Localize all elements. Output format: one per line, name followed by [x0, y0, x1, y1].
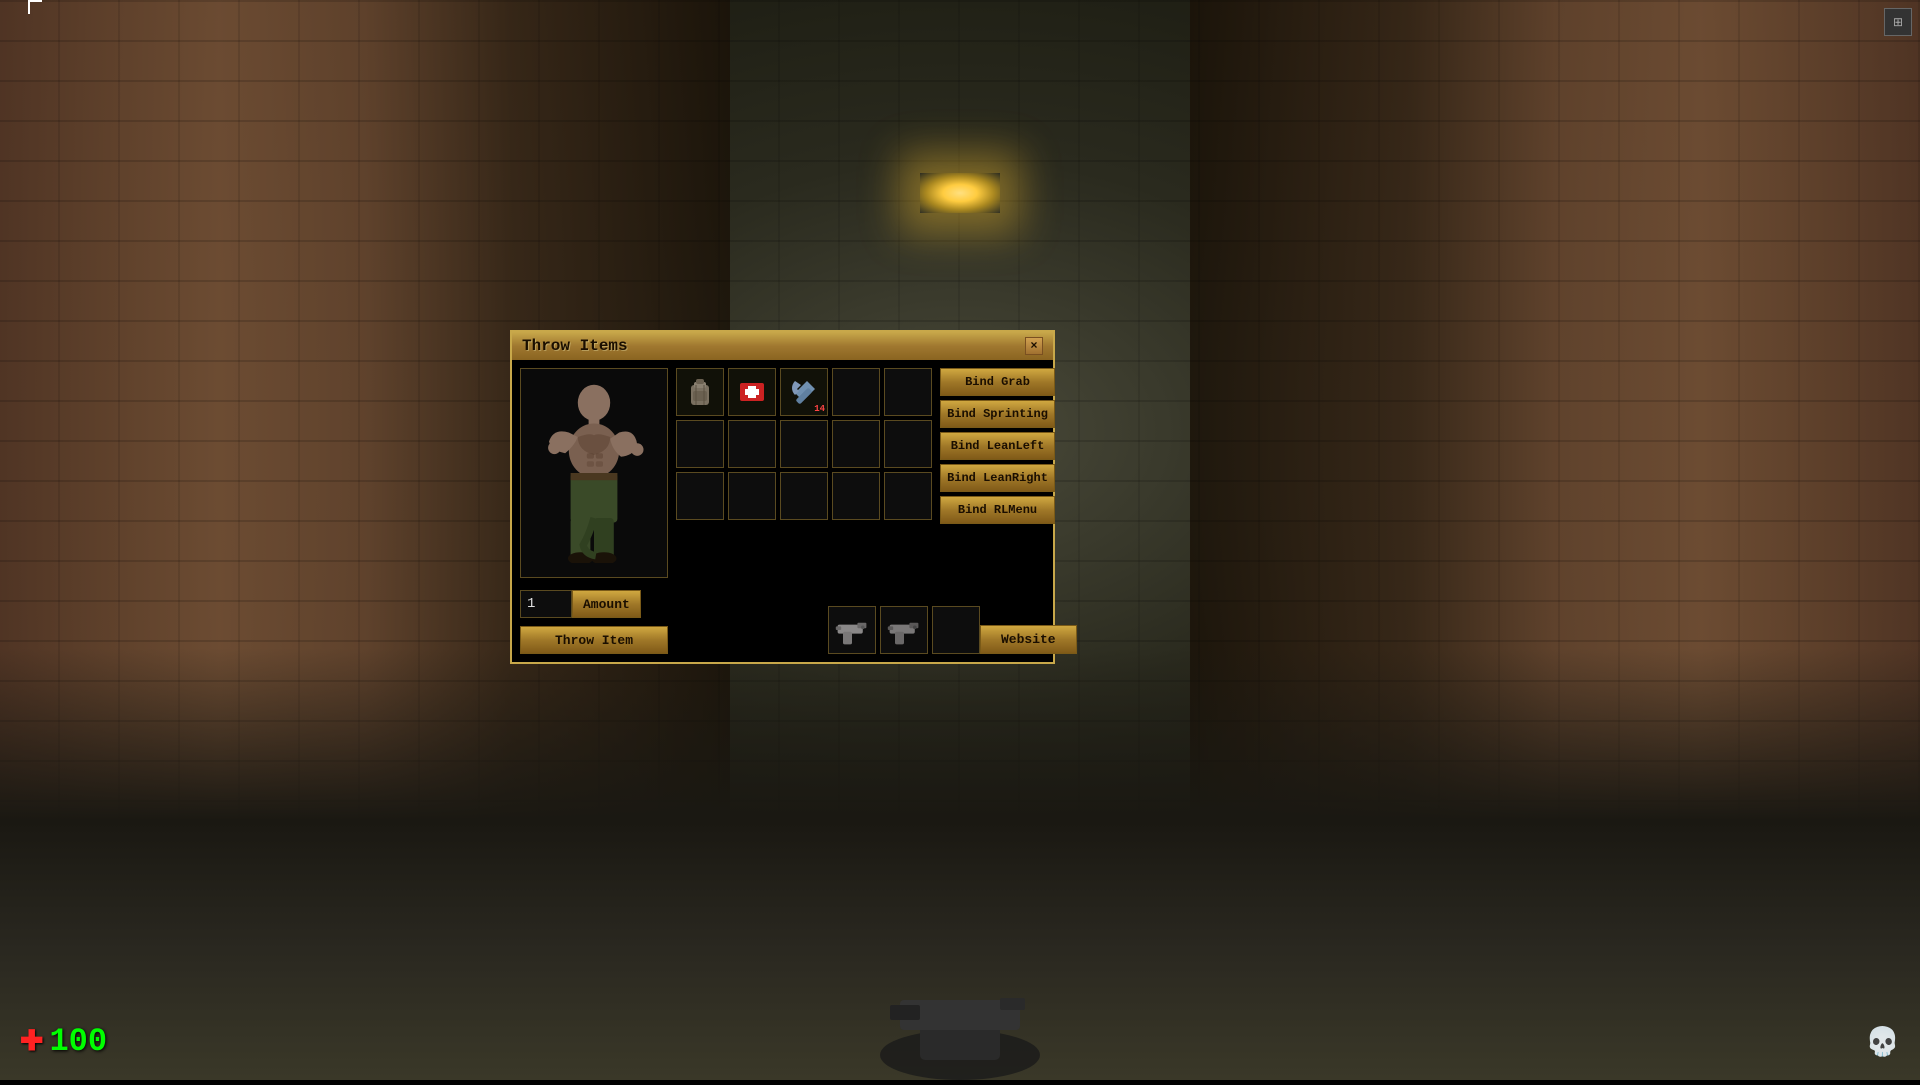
weapon-slot-1[interactable]: [880, 606, 928, 654]
inventory-row-2: [676, 420, 932, 468]
inventory-row-1: 14: [676, 368, 932, 416]
inventory-grid: 14: [676, 368, 932, 578]
bind-grab-button[interactable]: Bind Grab: [940, 368, 1055, 396]
character-svg: [534, 383, 654, 563]
throw-items-dialog: Throw Items ×: [510, 330, 1055, 664]
health-cross-icon: ✚: [20, 1024, 43, 1059]
dialog-body: 14: [512, 360, 1053, 586]
throw-item-button[interactable]: Throw Item: [520, 626, 668, 654]
item-badge-wrench: 14: [814, 404, 825, 414]
amount-input[interactable]: [520, 590, 572, 618]
inventory-slot-2-1[interactable]: [728, 472, 776, 520]
inventory-row-3: [676, 472, 932, 520]
amount-row: Amount: [520, 590, 668, 618]
inventory-slot-0-0[interactable]: [676, 368, 724, 416]
backpack-icon: [683, 375, 717, 409]
skull-icon: 💀: [1865, 1025, 1900, 1060]
inventory-slot-0-4[interactable]: [884, 368, 932, 416]
inventory-slot-2-2[interactable]: [780, 472, 828, 520]
inventory-slot-2-4[interactable]: [884, 472, 932, 520]
action-buttons-panel: Bind Grab Bind Sprinting Bind LeanLeft B…: [940, 368, 1055, 578]
inventory-slot-1-2[interactable]: [780, 420, 828, 468]
character-figure: [534, 383, 654, 563]
dialog-title: Throw Items: [522, 337, 628, 355]
amount-label: Amount: [572, 590, 641, 618]
medkit-icon: [735, 375, 769, 409]
hud-health: ✚ 100: [20, 1023, 107, 1060]
throw-controls: Amount Throw Item: [520, 590, 668, 654]
close-button[interactable]: ×: [1025, 337, 1043, 355]
character-preview-panel: [520, 368, 668, 578]
inventory-slot-0-1[interactable]: [728, 368, 776, 416]
dialog-titlebar: Throw Items ×: [512, 332, 1053, 360]
pistol-icon-2: [882, 612, 926, 648]
bind-leanleft-button[interactable]: Bind LeanLeft: [940, 432, 1055, 460]
ceiling-light: [920, 173, 1000, 213]
bind-leanright-button[interactable]: Bind LeanRight: [940, 464, 1055, 492]
bind-sprinting-button[interactable]: Bind Sprinting: [940, 400, 1055, 428]
inventory-slot-1-0[interactable]: [676, 420, 724, 468]
weapon-slot-0[interactable]: [828, 606, 876, 654]
inventory-slot-1-3[interactable]: [832, 420, 880, 468]
inventory-slot-1-1[interactable]: [728, 420, 776, 468]
inventory-slot-2-3[interactable]: [832, 472, 880, 520]
bind-rlmenu-button[interactable]: Bind RLMenu: [940, 496, 1055, 524]
weapon-svg: [810, 880, 1110, 1080]
weapon-slot-2[interactable]: [932, 606, 980, 654]
health-value: 100: [49, 1023, 107, 1060]
inventory-slot-2-0[interactable]: [676, 472, 724, 520]
inventory-slot-0-3[interactable]: [832, 368, 880, 416]
pistol-icon-1: [830, 612, 874, 648]
inventory-slot-0-2[interactable]: 14: [780, 368, 828, 416]
website-button[interactable]: Website: [980, 625, 1077, 654]
held-weapon: [810, 880, 1110, 1080]
inventory-slot-1-4[interactable]: [884, 420, 932, 468]
top-right-ui-icon: ⊞: [1884, 8, 1912, 36]
weapon-slots-row: [828, 606, 980, 654]
